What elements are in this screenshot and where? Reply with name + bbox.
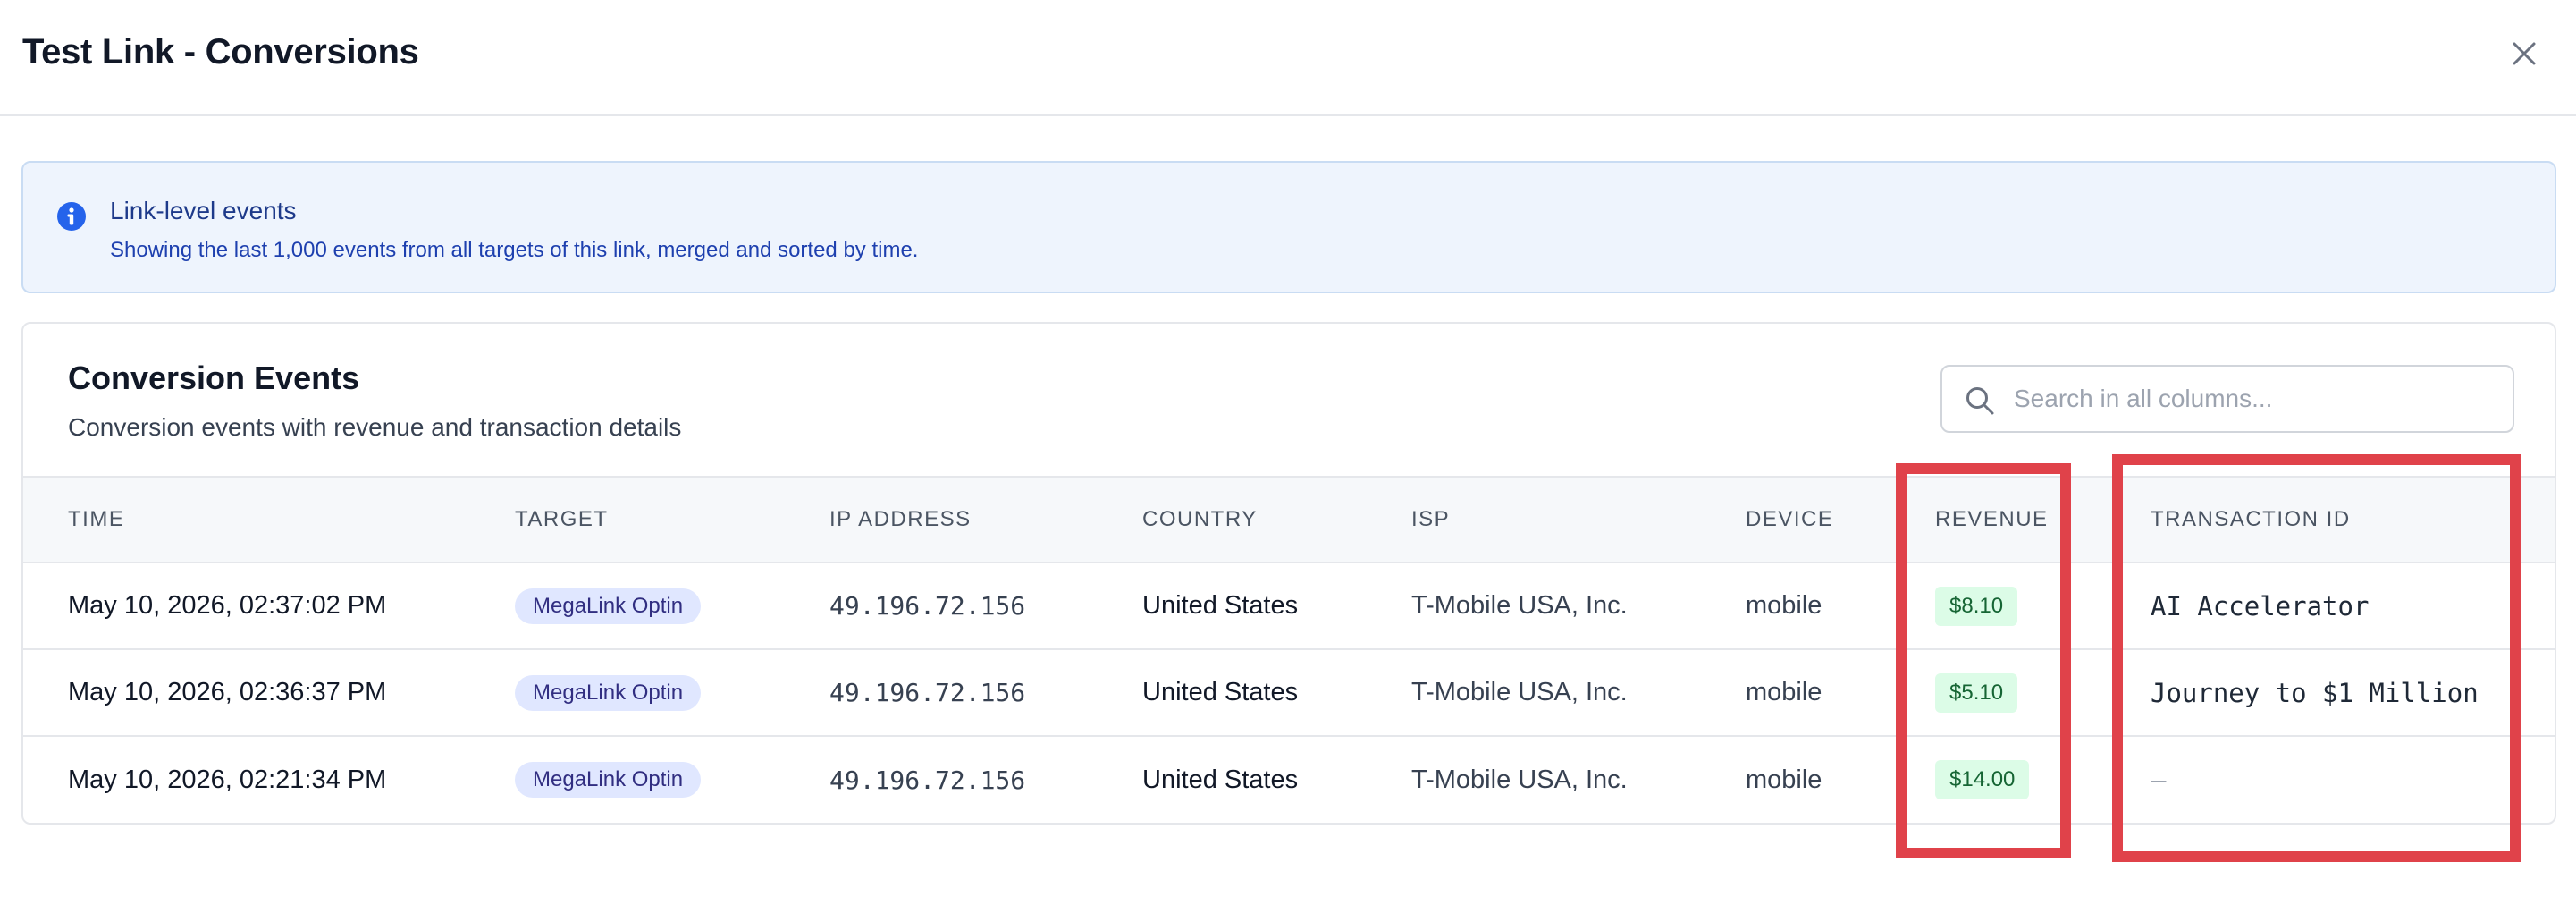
- table-row[interactable]: May 10, 2026, 02:21:34 PM MegaLink Optin…: [23, 735, 2555, 823]
- column-header-device[interactable]: DEVICE: [1746, 476, 1935, 563]
- target-badge: MegaLink Optin: [515, 762, 702, 798]
- dialog-header: Test Link - Conversions: [0, 0, 2576, 116]
- conversion-events-table: TIME TARGET IP ADDRESS COUNTRY ISP DEVIC…: [23, 476, 2555, 823]
- conversion-events-card: Conversion Events Conversion events with…: [21, 322, 2556, 825]
- column-header-country[interactable]: COUNTRY: [1142, 476, 1411, 563]
- cell-ip-address: 49.196.72.156: [829, 648, 1142, 736]
- cell-isp: T-Mobile USA, Inc.: [1411, 648, 1746, 736]
- cell-isp: T-Mobile USA, Inc.: [1411, 591, 1628, 620]
- cell-device: mobile: [1746, 735, 1935, 823]
- revenue-badge: $5.10: [1935, 672, 2018, 713]
- column-header-revenue[interactable]: REVENUE: [1935, 476, 2151, 563]
- search-input[interactable]: [2014, 376, 2496, 422]
- cell-revenue: $14.00: [1935, 735, 2151, 823]
- cell-target: MegaLink Optin: [515, 735, 829, 823]
- cell-device: mobile: [1746, 648, 1935, 736]
- column-header-transaction-id[interactable]: TRANSACTION ID: [2151, 476, 2555, 563]
- card-title: Conversion Events: [68, 359, 360, 396]
- cell-country: United States: [1142, 648, 1411, 736]
- card-subtitle: Conversion events with revenue and trans…: [68, 413, 682, 441]
- column-header-isp[interactable]: ISP: [1411, 476, 1746, 563]
- cell-transaction-id: AI Accelerator: [2151, 590, 2370, 622]
- search-box: [1940, 365, 2514, 433]
- table-row[interactable]: May 10, 2026, 02:36:37 PM MegaLink Optin…: [23, 648, 2555, 736]
- cell-transaction-id: Journey to $1 Million: [2151, 648, 2555, 736]
- info-banner: Link-level events Showing the last 1,000…: [21, 161, 2556, 293]
- cell-country: United States: [1142, 735, 1411, 823]
- search-icon: [1964, 385, 1996, 417]
- cell-ip-address: 49.196.72.156: [829, 591, 1026, 621]
- cell-country: United States: [1142, 591, 1299, 620]
- column-header-target[interactable]: TARGET: [515, 476, 829, 563]
- cell-time: May 10, 2026, 02:21:34 PM: [23, 735, 515, 823]
- cell-target: MegaLink Optin: [515, 648, 829, 736]
- revenue-badge: $14.00: [1935, 760, 2030, 799]
- info-title: Link-level events: [110, 197, 297, 224]
- cell-device: mobile: [1746, 591, 1823, 620]
- column-header-ip-address[interactable]: IP ADDRESS: [829, 476, 1142, 563]
- cell-ip-address: 49.196.72.156: [829, 735, 1142, 823]
- cell-target: MegaLink Optin: [515, 562, 829, 649]
- close-icon: [2506, 36, 2542, 72]
- table-header-row: TIME TARGET IP ADDRESS COUNTRY ISP DEVIC…: [23, 476, 2555, 563]
- column-header-time[interactable]: TIME: [23, 476, 515, 563]
- cell-revenue: $8.10: [1935, 562, 2151, 649]
- cell-time: May 10, 2026, 02:37:02 PM: [68, 591, 387, 620]
- info-icon: [55, 200, 88, 233]
- target-badge: MegaLink Optin: [515, 674, 702, 711]
- cell-transaction-id: —: [2151, 735, 2555, 823]
- dialog-title: Test Link - Conversions: [22, 32, 419, 72]
- cell-time: May 10, 2026, 02:36:37 PM: [23, 648, 515, 736]
- table-row[interactable]: May 10, 2026, 02:37:02 PM MegaLink Optin…: [23, 562, 2555, 649]
- revenue-badge: $8.10: [1935, 586, 2018, 626]
- info-text: Showing the last 1,000 events from all t…: [110, 238, 919, 262]
- target-badge: MegaLink Optin: [515, 588, 702, 624]
- cell-revenue: $5.10: [1935, 648, 2151, 736]
- close-button[interactable]: [2506, 36, 2542, 72]
- cell-isp: T-Mobile USA, Inc.: [1411, 735, 1746, 823]
